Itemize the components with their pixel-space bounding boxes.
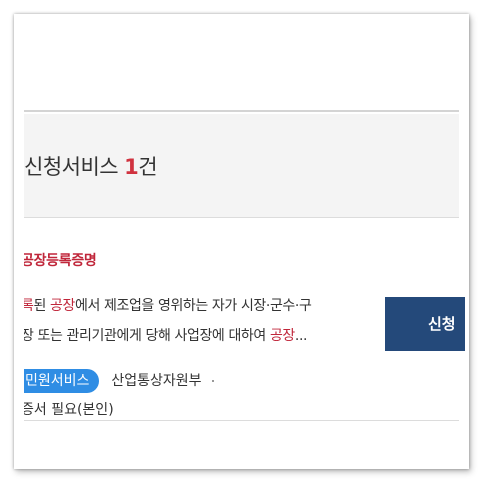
desc-segment: 장 또는 관리기관에게 당해 사업장에 대하여 [24,328,270,344]
result-count-unit: 건 [138,155,158,179]
desc-segment: 공장 [50,298,75,314]
section-title-label: 신청서비스 [24,155,119,179]
desc-segment: ... [294,328,308,344]
top-area [24,24,459,112]
requirement-text: 증서 필요(본인) [24,402,114,418]
category-badge: 민원서비스 [24,369,100,393]
desc-segment: 공장 [269,328,295,344]
agency-label: 산업통상자원부 [111,373,202,389]
desc-segment: 된 [33,298,51,314]
section-title: 신청서비스 1건 [24,152,158,182]
separator-dot [211,380,214,382]
desc-segment: 에서 제조업을 영위하는 자가 시장·군수·구 [74,298,312,314]
service-name-link[interactable]: 공장등록증명 [24,251,97,271]
service-description-line-1: 록된 공장에서 제조업을 영위하는 자가 시장·군수·구 [24,296,312,316]
page-viewport: 신청서비스 1건 공장등록증명 록된 공장에서 제조업을 영위하는 자가 시장·군… [24,24,459,459]
service-tags: 민원서비스 산업통상자원부 [24,369,214,393]
service-description-line-2: 장 또는 관리기관에게 당해 사업장에 대하여 공장... [24,326,307,346]
result-count: 1 [124,155,139,179]
apply-button[interactable]: 신청 [385,297,465,351]
screenshot-frame: 신청서비스 1건 공장등록증명 록된 공장에서 제조업을 영위하는 자가 시장·군… [14,14,469,469]
